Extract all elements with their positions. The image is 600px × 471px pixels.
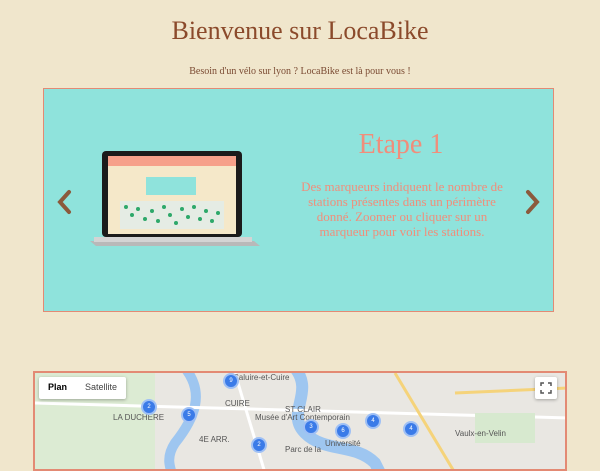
next-slide-button[interactable] [521, 189, 543, 215]
map-plan-button[interactable]: Plan [39, 377, 76, 399]
chevron-right-icon [526, 190, 540, 214]
map-label: Vaulx-en-Velin [455, 429, 506, 438]
prev-slide-button[interactable] [54, 189, 76, 215]
station-cluster-marker[interactable]: 9 [223, 373, 239, 389]
step-description: Des marqueurs indiquent le nombre de sta… [301, 179, 503, 239]
map-label: LA DUCHÈRE [113, 413, 165, 422]
map-label: Université [325, 439, 361, 448]
map-label: Musée d'Art Contemporain [255, 413, 350, 422]
fullscreen-icon [540, 382, 552, 394]
map-label: 4E ARR. [199, 435, 230, 444]
map-type-controls: Plan Satellite [39, 377, 127, 399]
fullscreen-button[interactable] [535, 377, 557, 399]
station-cluster-marker[interactable]: 5 [181, 407, 197, 423]
station-cluster-marker[interactable]: 3 [303, 419, 319, 435]
station-cluster-marker[interactable]: 4 [403, 421, 419, 437]
page-title: Bienvenue sur LocaBike [171, 16, 429, 45]
map[interactable]: Plan Satellite Caluire-et-Cuire CUIRE ST… [33, 371, 567, 471]
station-cluster-marker[interactable]: 2 [251, 437, 267, 453]
carousel: Etape 1 Des marqueurs indiquent le nombr… [43, 88, 554, 312]
station-cluster-marker[interactable]: 4 [365, 413, 381, 429]
step-title: Etape 1 [358, 129, 444, 160]
page-subtitle: Besoin d'un vélo sur lyon ? LocaBike est… [189, 66, 411, 77]
station-cluster-marker[interactable]: 6 [335, 423, 351, 439]
station-cluster-marker[interactable]: 2 [141, 399, 157, 415]
laptop-illustration [90, 151, 260, 246]
map-label: Parc de la [285, 445, 322, 454]
map-label: Caluire-et-Cuire [233, 373, 290, 382]
map-label: CUIRE [225, 399, 250, 408]
chevron-left-icon [57, 190, 71, 214]
map-satellite-button[interactable]: Satellite [76, 377, 126, 399]
